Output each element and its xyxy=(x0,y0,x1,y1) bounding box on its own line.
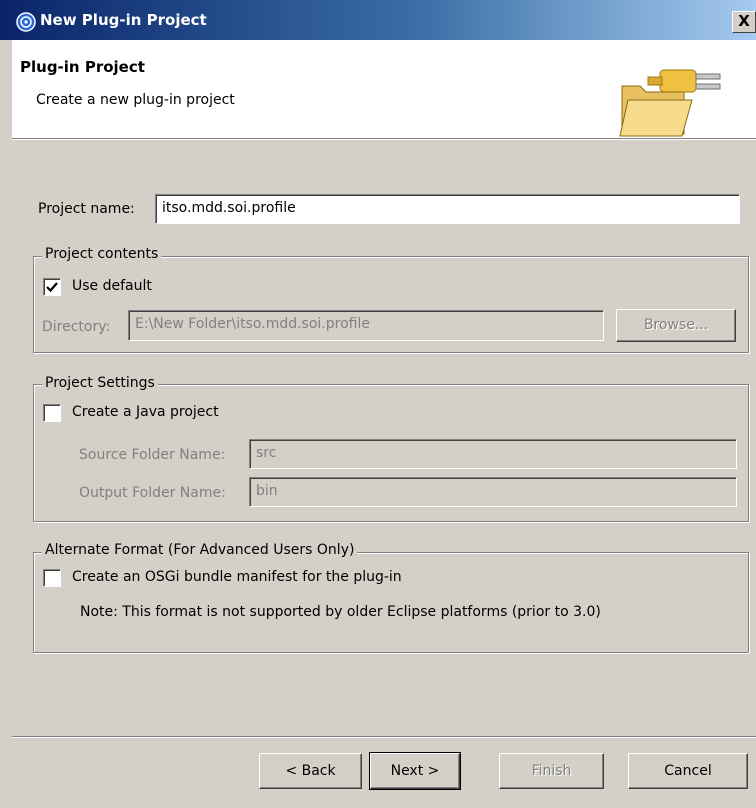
project-contents-legend: Project contents xyxy=(42,246,162,262)
compatibility-note: Note: This format is not supported by ol… xyxy=(80,604,601,620)
osgi-manifest-checkbox[interactable] xyxy=(43,569,61,587)
window-title: New Plug-in Project xyxy=(40,11,207,29)
page-title: Plug-in Project xyxy=(20,58,145,76)
osgi-manifest-label: Create an OSGi bundle manifest for the p… xyxy=(72,569,402,585)
back-button[interactable]: < Back xyxy=(259,753,362,789)
banner-divider-highlight xyxy=(12,139,756,140)
alternate-format-group xyxy=(33,552,749,653)
folder-plugin-icon xyxy=(618,60,756,142)
create-java-project-label: Create a Java project xyxy=(72,404,219,420)
cancel-button[interactable]: Cancel xyxy=(628,753,748,789)
source-folder-input[interactable]: src xyxy=(249,439,737,469)
directory-input[interactable]: E:\New Folder\itso.mdd.soi.profile xyxy=(128,310,604,341)
alternate-format-legend: Alternate Format (For Advanced Users Onl… xyxy=(42,542,358,558)
checkmark-icon xyxy=(46,282,58,293)
browse-button[interactable]: Browse... xyxy=(616,309,736,342)
page-description: Create a new plug-in project xyxy=(36,92,235,108)
use-default-checkbox[interactable] xyxy=(43,278,61,296)
eclipse-icon xyxy=(16,12,36,32)
output-folder-input[interactable]: bin xyxy=(249,477,737,507)
project-name-input[interactable]: itso.mdd.soi.profile xyxy=(155,194,740,224)
project-name-label: Project name: xyxy=(38,201,135,217)
close-button[interactable]: X xyxy=(732,11,756,33)
project-settings-legend: Project Settings xyxy=(42,375,158,391)
output-folder-label: Output Folder Name: xyxy=(79,485,226,501)
use-default-label: Use default xyxy=(72,278,152,294)
wizard-banner: Plug-in Project Create a new plug-in pro… xyxy=(12,40,756,138)
create-java-project-checkbox[interactable] xyxy=(43,404,61,422)
source-folder-label: Source Folder Name: xyxy=(79,447,226,463)
next-button[interactable]: Next > xyxy=(369,752,461,790)
directory-label: Directory: xyxy=(42,319,111,335)
button-bar-divider-highlight xyxy=(12,737,756,738)
finish-button[interactable]: Finish xyxy=(499,753,604,789)
